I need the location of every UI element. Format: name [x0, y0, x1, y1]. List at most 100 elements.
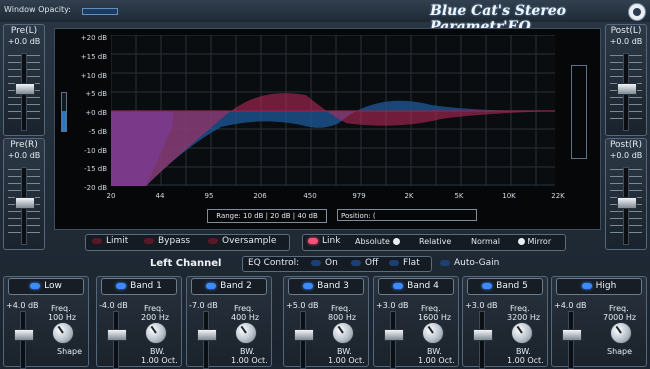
oversample-toggle[interactable]: Oversample: [208, 236, 276, 246]
band-freq-label: Freq.: [51, 304, 71, 313]
band-gain-fader[interactable]: [384, 329, 404, 341]
band-low-header[interactable]: Low: [8, 278, 84, 295]
band-freq-knob[interactable]: [511, 322, 533, 344]
band-gain-fader[interactable]: [562, 329, 582, 341]
auto-gain-toggle[interactable]: Auto-Gain: [440, 258, 499, 268]
band-gain-fader[interactable]: [14, 329, 34, 341]
normal-label: Normal: [471, 237, 500, 246]
band-4-header[interactable]: Band 4: [378, 278, 454, 295]
band-bw-label: BW.: [150, 347, 165, 356]
channel-label: Left Channel: [150, 258, 222, 269]
post-right-fader[interactable]: [617, 197, 637, 209]
band-freq-knob[interactable]: [422, 322, 444, 344]
pre-right-fader[interactable]: [15, 197, 35, 209]
frequency-response-plot[interactable]: [110, 34, 555, 186]
band-2-header[interactable]: Band 2: [191, 278, 267, 295]
link-led-icon: [308, 237, 318, 244]
auto-gain-label: Auto-Gain: [454, 258, 500, 268]
normal-option[interactable]: Normal: [471, 237, 500, 246]
mode-controls: Limit Bypass Oversample: [85, 234, 290, 251]
band-name: Band 2: [220, 281, 252, 291]
link-toggle[interactable]: Link: [308, 236, 340, 246]
band-freq-knob[interactable]: [52, 322, 74, 344]
band-name: Band 3: [317, 281, 349, 291]
band-shape-label: Shape: [607, 347, 633, 356]
band-shape-label: Shape: [57, 347, 83, 356]
x-tick-label: 450: [303, 192, 317, 200]
band-1: Band 1 -4.0 dB Freq. 200 Hz BW. 1.00 Oct…: [96, 276, 182, 369]
band-5-header[interactable]: Band 5: [467, 278, 543, 295]
band-3: Band 3 +5.0 dB Freq. 800 Hz BW. 1.00 Oct…: [283, 276, 369, 369]
y-tick-label: +15 dB: [80, 53, 107, 61]
band-2-led-icon: [206, 282, 217, 289]
band-low: Low +4.0 dB Freq. 100 Hz Shape: [3, 276, 89, 369]
band-gain-value: +3.0 dB: [465, 301, 498, 310]
response-curves: [110, 34, 555, 186]
eq-flat-toggle[interactable]: Flat: [389, 258, 420, 268]
eq-graph[interactable]: +20 dB +15 dB +10 dB +5 dB +0 dB -5 dB -…: [54, 28, 601, 230]
band-freq-knob[interactable]: [235, 322, 257, 344]
band-gain-fader[interactable]: [107, 329, 127, 341]
band-gain-value: +4.0 dB: [6, 301, 39, 310]
band-1-header[interactable]: Band 1: [101, 278, 177, 295]
mirror-label: Mirror: [527, 237, 552, 246]
band-gain-fader[interactable]: [197, 329, 217, 341]
eq-off-label: Off: [365, 258, 379, 268]
band-3-header[interactable]: Band 3: [288, 278, 364, 295]
band-bw-value: 1.00 Oct.: [418, 356, 455, 365]
x-tick-label: 2K: [404, 192, 414, 200]
band-freq-knob[interactable]: [610, 322, 632, 344]
window-opacity-slider[interactable]: [82, 8, 118, 15]
band-low-led-icon: [30, 282, 41, 289]
band-5: Band 5 +3.0 dB Freq. 3200 Hz BW. 1.00 Oc…: [462, 276, 548, 369]
relative-option[interactable]: Relative: [419, 237, 451, 246]
pre-left-label: Pre(L): [10, 26, 38, 36]
y-tick-label: -10 dB: [84, 147, 107, 155]
x-tick-label: 979: [352, 192, 366, 200]
absolute-radio-icon: [392, 238, 400, 245]
band-gain-fader[interactable]: [294, 329, 314, 341]
logo-icon[interactable]: [628, 3, 646, 21]
post-left-fader[interactable]: [617, 83, 637, 95]
limit-led-icon: [92, 237, 102, 244]
limit-toggle[interactable]: Limit: [92, 236, 128, 246]
band-gain-value: -4.0 dB: [99, 301, 128, 310]
link-label: Link: [322, 236, 341, 246]
band-freq-label: Freq.: [234, 304, 254, 313]
mirror-radio-icon: [518, 238, 525, 245]
band-3-led-icon: [303, 282, 314, 289]
band-gain-value: +5.0 dB: [286, 301, 319, 310]
band-freq-knob[interactable]: [332, 322, 354, 344]
band-bw-label: BW.: [337, 347, 352, 356]
eq-control-label: EQ Control:: [248, 258, 300, 268]
oversample-label: Oversample: [222, 236, 277, 246]
eq-on-led-icon: [311, 259, 321, 266]
band-freq-label: Freq.: [421, 304, 441, 313]
post-left-panel: Post(L) +0.0 dB: [605, 24, 647, 136]
oversample-led-icon: [208, 237, 218, 244]
band-freq-label: Freq.: [510, 304, 530, 313]
band-freq-label: Freq.: [609, 304, 629, 313]
band-freq-value: 1600 Hz: [418, 313, 452, 322]
band-name: Band 1: [130, 281, 162, 291]
top-bar: Window Opacity: Blue Cat's Stereo Parame…: [0, 0, 650, 35]
mirror-option[interactable]: Mirror: [515, 237, 551, 246]
band-high-header[interactable]: High: [556, 278, 642, 295]
window-opacity-label: Window Opacity:: [4, 5, 71, 14]
band-bw-label: BW.: [516, 347, 531, 356]
eq-off-led-icon: [351, 259, 361, 266]
range-selector[interactable]: Range: 10 dB | 20 dB | 40 dB: [207, 209, 327, 223]
eq-on-label: On: [325, 258, 338, 268]
band-freq-value: 400 Hz: [231, 313, 260, 322]
post-left-value: +0.0 dB: [609, 37, 643, 46]
eq-on-toggle[interactable]: On: [311, 258, 338, 268]
eq-off-toggle[interactable]: Off: [351, 258, 378, 268]
post-right-label: Post(R): [609, 140, 643, 150]
band-freq-knob[interactable]: [145, 322, 167, 344]
pre-left-value: +0.0 dB: [7, 37, 41, 46]
band-gain-fader[interactable]: [473, 329, 493, 341]
absolute-option[interactable]: Absolute: [355, 237, 400, 246]
bypass-toggle[interactable]: Bypass: [144, 236, 190, 246]
band-1-led-icon: [116, 282, 127, 289]
pre-left-fader[interactable]: [15, 83, 35, 95]
